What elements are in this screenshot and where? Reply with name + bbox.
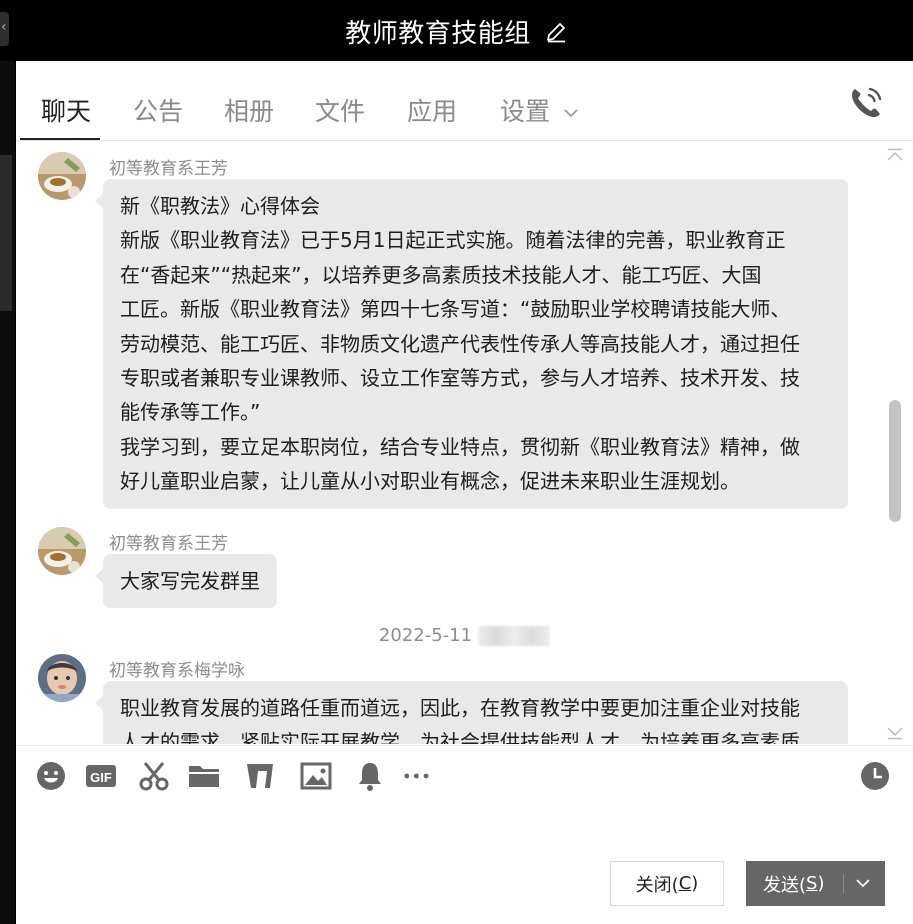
input-toolbar: GIF (16, 745, 913, 805)
active-tab-indicator (20, 138, 100, 140)
window-title: 教师教育技能组 (345, 19, 531, 49)
tab-settings[interactable]: 设置 (500, 92, 578, 128)
message-line: 大家写完发群里 (120, 569, 260, 593)
sender-name: 初等教育系王芳 (109, 534, 228, 554)
svg-text:GIF: GIF (90, 770, 112, 785)
message-line: 新《职教法》心得体会 (120, 194, 320, 218)
scroll-to-top-icon[interactable] (886, 148, 904, 162)
chevron-down-icon (564, 109, 578, 118)
close-button[interactable]: 关闭(C) (610, 861, 724, 906)
group-chat-panel: 聊天 公告 相册 文件 应用 设置 初等教育系王芳 新《职教法》心得体会 新版《… (16, 61, 913, 924)
scroll-to-bottom-icon[interactable] (886, 726, 904, 740)
sender-name: 初等教育系梅学咏 (109, 661, 245, 681)
close-button-shortcut: C (678, 873, 692, 894)
sender-name: 初等教育系王芳 (109, 159, 228, 179)
tab-files[interactable]: 文件 (315, 92, 365, 128)
tab-bar: 聊天 公告 相册 文件 应用 设置 (16, 61, 913, 141)
close-button-suffix: ) (691, 873, 699, 894)
timestamp-text: 2022-5-11 (378, 625, 473, 646)
message-line: 人才的需求，紧贴实际开展教学，为社会提供技能型人才，为培养更多高素质 (120, 730, 800, 744)
send-button-label: 发送( (763, 874, 807, 896)
side-panel-strip (0, 61, 15, 924)
folder-icon[interactable] (188, 760, 220, 792)
phone-call-icon[interactable] (846, 83, 886, 123)
message-line: 专职或者兼职专业课教师、设立工作室等方式，参与人才培养、技术开发、技 (120, 366, 800, 391)
message-line: 职业教育发展的道路任重而道远，因此，在教育教学中要更加注重企业对技能 (120, 696, 800, 720)
send-button-shortcut: S (806, 873, 818, 894)
message-bubble[interactable]: 职业教育发展的道路任重而道远，因此，在教育教学中要更加注重企业对技能 人才的需求… (95, 681, 848, 744)
scissors-icon[interactable] (138, 760, 170, 792)
close-button-label: 关闭( (635, 874, 679, 896)
send-button-divider (843, 874, 844, 893)
message-line: 能传承等工作。” (120, 400, 261, 425)
message-line: 新版《职业教育法》已于5月1日起正式实施。随着法律的完善，职业教育正 (120, 228, 786, 253)
message-line: 好儿童职业启蒙，让儿童从小对职业有概念，促进未来职业生涯规划。 (120, 469, 740, 494)
message-line: 在“香起来”“热起来”，以培养更多高素质技术技能人才、能工巧匠、大国 (120, 262, 762, 287)
send-button-suffix: ) (817, 873, 825, 894)
message-line: 工匠。新版《职业教育法》第四十七条写道：“鼓励职业学校聘请技能大师、 (120, 297, 791, 322)
blurred-time (478, 626, 551, 646)
avatar[interactable] (38, 527, 86, 575)
music-icon[interactable] (244, 760, 276, 792)
emoji-icon[interactable] (35, 760, 67, 792)
tab-album[interactable]: 相册 (224, 92, 274, 128)
tab-settings-label: 设置 (500, 97, 551, 126)
message-line: 劳动模范、能工巧匠、非物质文化遗产代表性传承人等高技能人才，通过担任 (120, 331, 800, 356)
timestamp-divider: 2022-5-11 (16, 625, 913, 646)
tab-apps[interactable]: 应用 (407, 92, 457, 128)
title-bar: ‹ 教师教育技能组 (0, 0, 913, 61)
image-icon[interactable] (300, 760, 332, 792)
side-panel-scrollbar[interactable] (0, 155, 12, 311)
history-icon[interactable] (859, 760, 891, 792)
message-bubble[interactable]: 大家写完发群里 (95, 554, 277, 609)
edit-title-icon[interactable] (544, 20, 568, 44)
send-button[interactable]: 发送(S) (746, 861, 885, 906)
message-list[interactable]: 初等教育系王芳 新《职教法》心得体会 新版《职业教育法》已于5月1日起正式实施。… (16, 142, 913, 744)
tab-chat[interactable]: 聊天 (41, 92, 91, 128)
chat-scrollbar-thumb[interactable] (889, 400, 901, 522)
tab-announcements[interactable]: 公告 (133, 92, 183, 128)
more-icon[interactable] (402, 760, 434, 792)
message-line: 我学习到，要立足本职岗位，结合专业特点，贯彻新《职业教育法》精神，做 (120, 434, 800, 459)
bell-icon[interactable] (354, 760, 386, 792)
avatar[interactable] (38, 654, 86, 702)
chevron-down-icon[interactable] (853, 873, 873, 893)
avatar[interactable] (38, 152, 86, 200)
message-bubble[interactable]: 新《职教法》心得体会 新版《职业教育法》已于5月1日起正式实施。随着法律的完善，… (95, 179, 848, 509)
gif-icon[interactable]: GIF (85, 760, 117, 792)
